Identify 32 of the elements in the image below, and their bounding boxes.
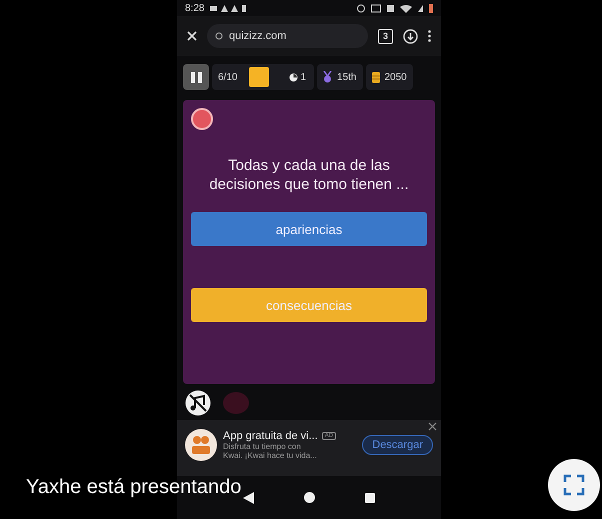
back-icon[interactable] [243, 492, 254, 504]
score-text: 2050 [384, 72, 407, 82]
music-off-icon[interactable] [185, 390, 211, 416]
ad-description: Disfruta tu tiempo con [223, 442, 302, 451]
tab-count[interactable]: 3 [378, 28, 393, 44]
fullscreen-icon [563, 474, 585, 496]
address-field[interactable]: quizizz.com [207, 24, 368, 48]
home-icon[interactable] [304, 492, 315, 503]
app-icon [185, 429, 217, 461]
wifi-icon [400, 4, 412, 12]
answer-option[interactable]: apariencias [191, 212, 427, 246]
ad-title: App gratuita de vi... [223, 430, 318, 442]
download-icon[interactable] [403, 28, 418, 44]
download-button[interactable]: Descargar [362, 435, 433, 455]
streak-square [249, 67, 270, 87]
status-time: 8:28 [185, 2, 204, 14]
coin-stack-icon [372, 72, 380, 82]
recents-icon[interactable] [365, 492, 375, 502]
question-text: Todas y cada una de las decisiones que tomo tienen ... [208, 156, 410, 194]
ad-description: Kwai. ¡Kwai hace tu vida... [223, 451, 318, 460]
medal-icon [323, 71, 332, 83]
streak-count: 1 [300, 72, 306, 82]
fullscreen-button[interactable] [548, 459, 600, 511]
search-icon [215, 32, 224, 40]
battery-icon [429, 4, 433, 12]
timer-icon [289, 72, 298, 82]
question-counter: 6/10 [218, 72, 238, 82]
rank-text: 15th [337, 72, 356, 82]
menu-icon[interactable] [428, 30, 431, 42]
presenter-caption: Yaxhe está presentando [26, 476, 242, 498]
pause-button[interactable] [183, 64, 209, 90]
signal-icon [418, 4, 423, 12]
